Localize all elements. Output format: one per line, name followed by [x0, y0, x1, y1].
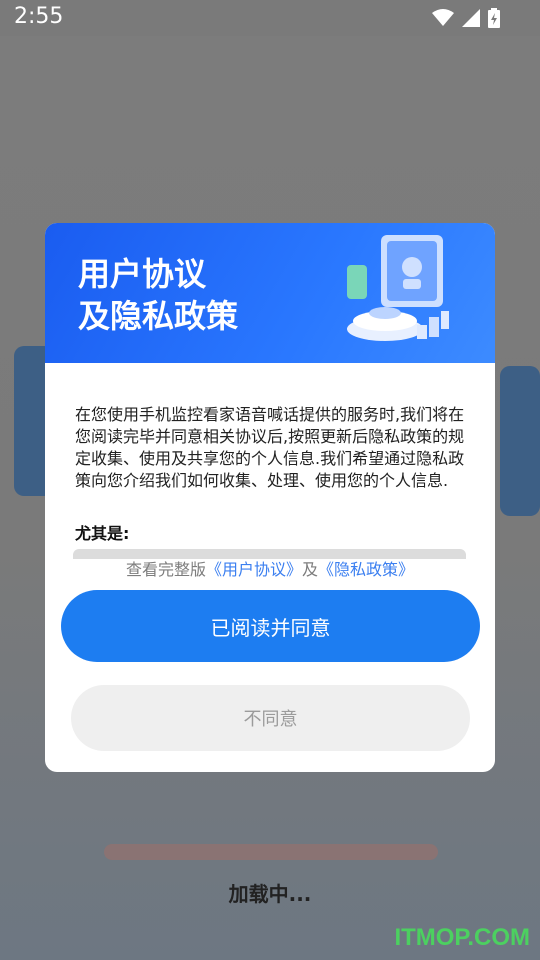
user-agreement-link[interactable]: 《用户协议》 [206, 560, 302, 579]
banner-title-line2: 及隐私政策 [78, 297, 239, 335]
links-prefix: 查看完整版 [125, 560, 206, 579]
privacy-dialog: 用户协议 及隐私政策 在您使用手机监控看家语音喊话提供的服务时,我们将在您阅读完… [45, 223, 495, 772]
loading-progress-bar [104, 844, 438, 860]
privacy-illustration-icon [347, 235, 449, 341]
agreement-links: 查看完整版《用户协议》及《隐私政策》 [45, 556, 495, 580]
wifi-icon [432, 9, 454, 26]
background-illustration-right [500, 366, 540, 516]
disagree-button[interactable]: 不同意 [71, 685, 470, 751]
watermark-logo: ITMOP.COM [394, 924, 530, 951]
dialog-banner: 用户协议 及隐私政策 [45, 223, 495, 363]
dialog-sub-heading: 尤其是: [75, 524, 130, 543]
status-bar: 2:55 [0, 0, 540, 36]
banner-title: 用户协议 及隐私政策 [78, 253, 238, 337]
privacy-policy-link[interactable]: 《隐私政策》 [318, 560, 414, 579]
status-time: 2:55 [14, 4, 64, 29]
status-icons [432, 8, 500, 28]
dialog-body-text: 在您使用手机监控看家语音喊话提供的服务时,我们将在您阅读完毕并同意相关协议后,按… [75, 405, 465, 490]
banner-title-line1: 用户协议 [78, 255, 207, 293]
cell-signal-icon [462, 9, 480, 27]
links-connector: 及 [302, 560, 319, 579]
loading-text: 加载中... [228, 882, 312, 906]
agree-button[interactable]: 已阅读并同意 [61, 590, 480, 662]
battery-charging-icon [488, 8, 500, 28]
